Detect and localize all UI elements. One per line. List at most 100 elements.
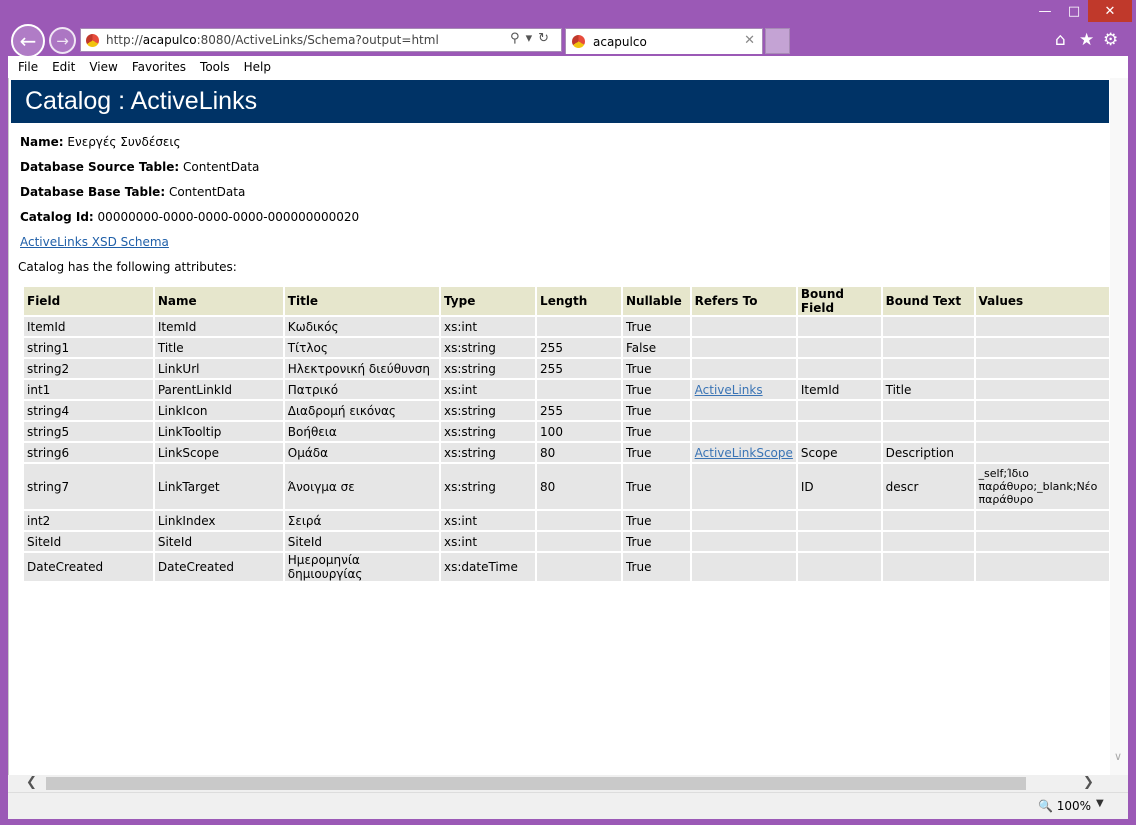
catalog-id: Catalog Id: 00000000-0000-0000-0000-0000… bbox=[20, 210, 359, 224]
table-cell: ItemId bbox=[797, 380, 881, 399]
refers-to-link[interactable]: ActiveLinkScope bbox=[695, 446, 793, 460]
table-cell: xs:int bbox=[441, 317, 536, 336]
search-refresh-icons[interactable]: ⚲▾↻ bbox=[510, 31, 555, 46]
gear-icon[interactable]: ⚙ bbox=[1103, 30, 1118, 50]
table-cell: True bbox=[622, 553, 690, 581]
table-cell bbox=[975, 553, 1109, 581]
new-tab-button[interactable] bbox=[765, 28, 790, 54]
table-cell: int2 bbox=[24, 511, 153, 530]
table-cell bbox=[691, 464, 796, 509]
table-cell: SiteId bbox=[154, 532, 283, 551]
refers-to-link[interactable]: ActiveLinks bbox=[695, 383, 763, 397]
table-cell: LinkTooltip bbox=[154, 422, 283, 441]
table-row: int1 ParentLinkId Πατρικό xs:int True ActiveL… bbox=[24, 380, 1109, 399]
schema-link-row: ActiveLinks XSD Schema bbox=[20, 235, 169, 249]
back-arrow-icon[interactable]: ← bbox=[11, 24, 45, 58]
table-cell: DateCreated bbox=[24, 553, 153, 581]
tab-close-icon[interactable]: ✕ bbox=[744, 33, 755, 48]
table-cell: ActiveLinkScope bbox=[691, 443, 796, 462]
table-cell: LinkUrl bbox=[154, 359, 283, 378]
menu-view[interactable]: View bbox=[89, 60, 117, 74]
col-title: Title bbox=[284, 287, 440, 315]
table-body: ItemId ItemId Κωδικός xs:int True string1 Titl… bbox=[24, 317, 1109, 581]
zoom-dropdown-icon[interactable]: ▼ bbox=[1096, 798, 1104, 809]
table-cell bbox=[797, 422, 881, 441]
table-cell: 255 bbox=[537, 401, 621, 420]
menu-tools[interactable]: Tools bbox=[200, 60, 230, 74]
horizontal-scroll-thumb[interactable] bbox=[46, 777, 1026, 790]
zoom-value: 100% bbox=[1056, 799, 1092, 813]
table-cell: True bbox=[622, 317, 690, 336]
table-cell: xs:int bbox=[441, 511, 536, 530]
close-icon[interactable]: ✕ bbox=[1088, 0, 1132, 22]
maximize-icon[interactable]: □ bbox=[1060, 0, 1088, 22]
table-cell bbox=[691, 553, 796, 581]
horizontal-scrollbar[interactable]: ❮ ❯ bbox=[8, 775, 1128, 792]
col-nullable: Nullable bbox=[622, 287, 690, 315]
table-cell: Ομάδα bbox=[284, 443, 440, 462]
table-cell: xs:string bbox=[441, 401, 536, 420]
table-cell: ItemId bbox=[24, 317, 153, 336]
table-header-row: Field Name Title Type Length Nullable Re… bbox=[24, 287, 1109, 315]
table-cell bbox=[882, 338, 974, 357]
table-cell: 80 bbox=[537, 464, 621, 509]
table-cell: Title bbox=[882, 380, 974, 399]
address-url-prefix: http:// bbox=[106, 33, 143, 47]
table-cell bbox=[797, 532, 881, 551]
menu-edit[interactable]: Edit bbox=[52, 60, 75, 74]
xsd-schema-link[interactable]: ActiveLinks XSD Schema bbox=[20, 235, 169, 249]
table-cell: string4 bbox=[24, 401, 153, 420]
favorites-star-icon[interactable]: ★ bbox=[1079, 30, 1094, 50]
id-label: Catalog Id: bbox=[20, 210, 94, 224]
table-cell bbox=[882, 553, 974, 581]
table-cell: SiteId bbox=[24, 532, 153, 551]
forward-arrow-icon[interactable]: → bbox=[49, 27, 76, 54]
menu-favorites[interactable]: Favorites bbox=[132, 60, 186, 74]
table-row: string6 LinkScope Ομάδα xs:string 80 True Acti… bbox=[24, 443, 1109, 462]
menu-help[interactable]: Help bbox=[244, 60, 271, 74]
db-base-table: Database Base Table: ContentData bbox=[20, 185, 245, 199]
address-bar[interactable]: http://acapulco:8080/ActiveLinks/Schema?… bbox=[80, 28, 562, 52]
source-value: ContentData bbox=[183, 160, 260, 174]
vertical-scrollbar[interactable]: ∨ bbox=[1110, 78, 1128, 775]
table-cell: xs:string bbox=[441, 443, 536, 462]
table-cell: int1 bbox=[24, 380, 153, 399]
table-cell: string6 bbox=[24, 443, 153, 462]
scroll-left-icon[interactable]: ❮ bbox=[26, 775, 37, 790]
table-cell bbox=[797, 401, 881, 420]
table-cell bbox=[975, 422, 1109, 441]
zoom-level[interactable]: 🔍 100% bbox=[1038, 799, 1091, 813]
site-favicon-icon bbox=[86, 33, 99, 47]
tab-title: acapulco bbox=[593, 34, 647, 49]
table-cell: True bbox=[622, 380, 690, 399]
table-cell: ParentLinkId bbox=[154, 380, 283, 399]
menu-file[interactable]: File bbox=[18, 60, 38, 74]
table-row: string2 LinkUrl Ηλεκτρονική διεύθυνση xs:st… bbox=[24, 359, 1109, 378]
table-cell bbox=[537, 511, 621, 530]
scroll-down-icon[interactable]: ∨ bbox=[1114, 750, 1122, 763]
table-cell: ID bbox=[797, 464, 881, 509]
scroll-right-icon[interactable]: ❯ bbox=[1083, 775, 1094, 790]
table-cell bbox=[975, 532, 1109, 551]
tab-acapulco[interactable]: acapulco ✕ bbox=[565, 28, 763, 54]
table-cell: xs:string bbox=[441, 464, 536, 509]
table-row: SiteId SiteId SiteId xs:int True bbox=[24, 532, 1109, 551]
minimize-icon[interactable]: — bbox=[1030, 0, 1060, 22]
table-cell bbox=[797, 359, 881, 378]
table-cell: True bbox=[622, 422, 690, 441]
table-cell bbox=[975, 359, 1109, 378]
table-cell bbox=[975, 401, 1109, 420]
page-content: Catalog : ActiveLinks Name: Ενεργές Συνδ… bbox=[8, 78, 1111, 775]
table-cell: string1 bbox=[24, 338, 153, 357]
table-cell bbox=[882, 401, 974, 420]
table-cell: ItemId bbox=[154, 317, 283, 336]
table-row: string5 LinkTooltip Βοήθεια xs:string 100 Tru… bbox=[24, 422, 1109, 441]
table-row: string1 Title Τίτλος xs:string 255 False bbox=[24, 338, 1109, 357]
table-row: string7 LinkTarget Άνοιγμα σε xs:string 80 Tr… bbox=[24, 464, 1109, 509]
table-cell: ActiveLinks bbox=[691, 380, 796, 399]
table-cell: True bbox=[622, 401, 690, 420]
table-cell bbox=[882, 422, 974, 441]
home-icon[interactable]: ⌂ bbox=[1055, 30, 1066, 50]
table-cell bbox=[537, 317, 621, 336]
table-cell: xs:dateTime bbox=[441, 553, 536, 581]
